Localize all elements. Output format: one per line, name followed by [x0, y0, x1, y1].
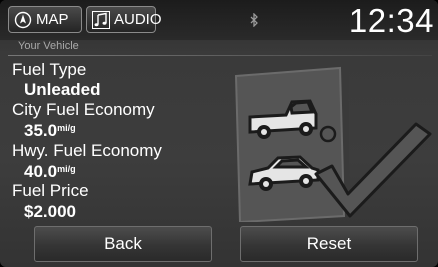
fuel-price-label: Fuel Price — [12, 181, 89, 200]
fuel-type-label: Fuel Type — [12, 60, 87, 79]
music-note-icon — [92, 10, 110, 29]
vehicle-selection-checkmark-icon — [228, 62, 438, 227]
back-button[interactable]: Back — [34, 226, 212, 262]
fuel-price-value: $2.000 — [24, 202, 76, 221]
hwy-value-number: 40.0 — [24, 162, 58, 181]
map-label: MAP — [36, 11, 69, 28]
top-bar: MAP AUDIO 12:34 — [0, 0, 438, 40]
reset-button[interactable]: Reset — [240, 226, 418, 262]
section-title: Your Vehicle — [18, 40, 79, 52]
hwy-fuel-economy-value: 40.0mi/g — [24, 162, 76, 182]
city-fuel-economy-value: 35.0mi/g — [24, 121, 76, 141]
hwy-fuel-economy-label: Hwy. Fuel Economy — [12, 141, 162, 160]
city-value-number: 35.0 — [24, 121, 58, 140]
bluetooth-icon — [249, 12, 259, 32]
city-fuel-economy-label: City Fuel Economy — [12, 100, 155, 119]
audio-button[interactable]: AUDIO — [86, 6, 162, 33]
hwy-unit: mi/g — [57, 164, 76, 174]
compass-icon — [14, 11, 32, 29]
fuel-type-value: Unleaded — [24, 80, 101, 99]
city-unit: mi/g — [57, 123, 76, 133]
section-divider — [8, 55, 432, 56]
audio-label: AUDIO — [114, 11, 162, 28]
clock: 12:34 — [348, 2, 434, 39]
navigation-screen: MAP AUDIO 12:34 Your Vehicle Fuel Type U… — [0, 0, 438, 267]
map-button[interactable]: MAP — [8, 6, 82, 33]
